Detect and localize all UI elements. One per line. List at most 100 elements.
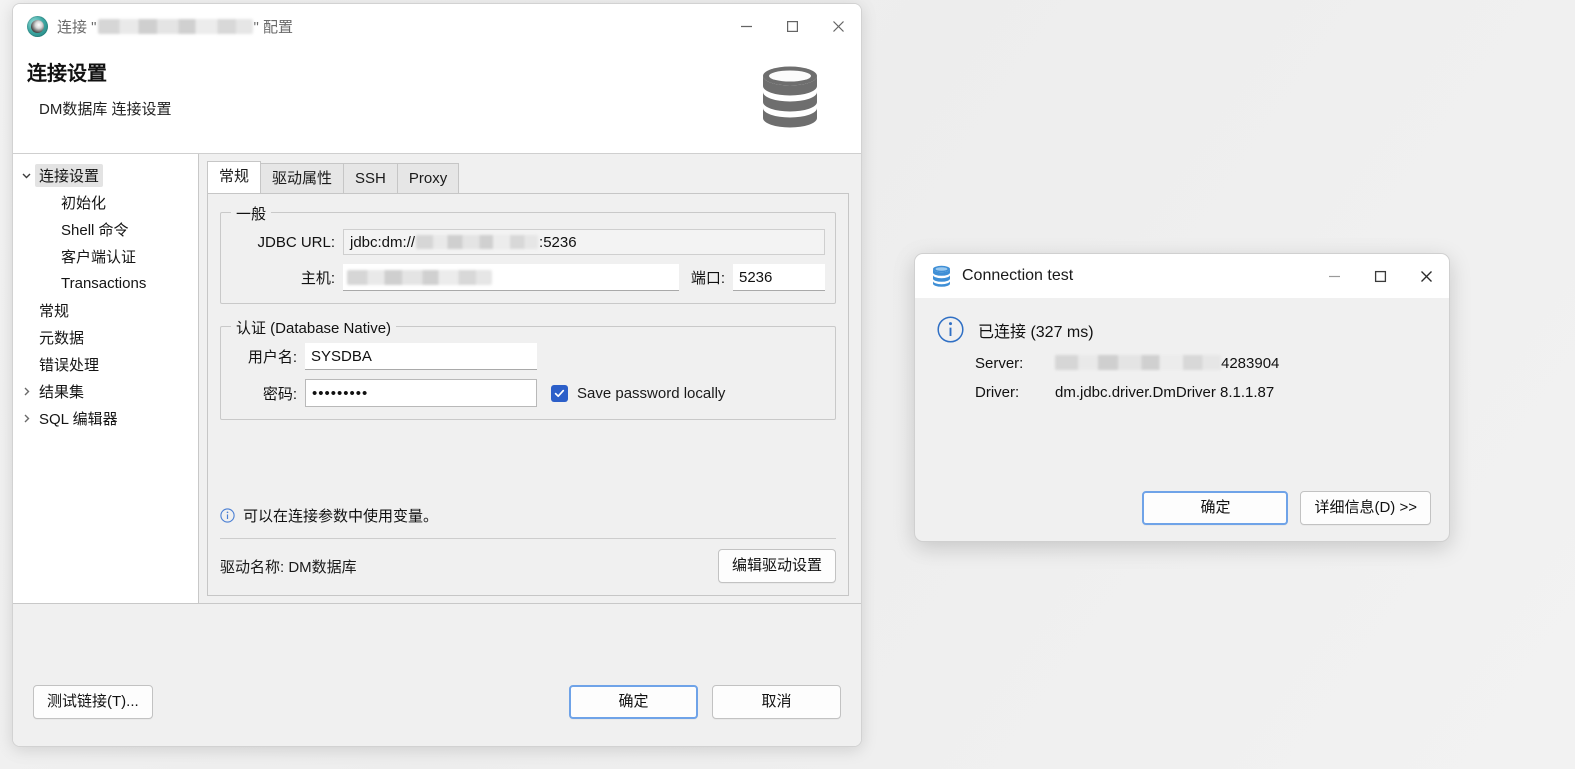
checkmark-icon <box>551 384 568 402</box>
port-input[interactable]: 5236 <box>733 264 825 291</box>
tab-ssh[interactable]: SSH <box>343 163 398 194</box>
maximize-icon[interactable] <box>1357 254 1403 298</box>
sidebar-item-metadata[interactable]: 元数据 <box>13 324 198 351</box>
minimize-icon[interactable] <box>723 4 769 48</box>
dialog-ok-button[interactable]: 确定 <box>1142 491 1289 525</box>
settings-tree[interactable]: 连接设置 初始化 Shell 命令 客户端认证 Transactions 常规 … <box>13 154 199 604</box>
save-password-checkbox[interactable]: Save password locally <box>551 384 726 402</box>
variables-hint: 可以在连接参数中使用变量。 <box>220 505 836 526</box>
sidebar-item-label: 元数据 <box>39 330 85 347</box>
username-input[interactable]: SYSDBA <box>305 343 537 370</box>
driver-name-label: 驱动名称: DM数据库 <box>220 558 357 576</box>
connection-status: 已连接 (327 ms) <box>915 316 1449 343</box>
dialog-details-button[interactable]: 详细信息(D) >> <box>1300 491 1431 525</box>
jdbc-url-label: JDBC URL: <box>257 233 335 251</box>
dialog-content: 已连接 (327 ms) Server: 4283904 Driver: dm.… <box>915 298 1449 541</box>
page-subtitle: DM数据库 连接设置 <box>39 101 172 118</box>
password-input[interactable]: ••••••••• <box>305 379 537 407</box>
chevron-right-icon[interactable] <box>17 413 35 424</box>
driver-row: Driver: dm.jdbc.driver.DmDriver 8.1.1.87 <box>915 384 1449 401</box>
panel-bottom: 可以在连接参数中使用变量。 驱动名称: DM数据库 编辑驱动设置 <box>220 505 836 583</box>
test-connection-button[interactable]: 测试链接(T)... <box>33 685 153 719</box>
driver-value: dm.jdbc.driver.DmDriver 8.1.1.87 <box>1055 384 1275 401</box>
sidebar-item-label: 常规 <box>39 303 70 320</box>
driver-row: 驱动名称: DM数据库 编辑驱动设置 <box>220 549 836 583</box>
auth-group-title: 认证 (Database Native) <box>231 317 397 338</box>
dialog-title: Connection test <box>962 267 1074 284</box>
window-title-prefix: 连接 " <box>57 18 97 36</box>
variables-hint-text: 可以在连接参数中使用变量。 <box>243 508 439 525</box>
port-label: 端口: <box>690 270 725 287</box>
divider <box>220 538 836 539</box>
host-input[interactable] <box>343 264 679 291</box>
sidebar-item-client-auth[interactable]: 客户端认证 <box>13 243 198 270</box>
dialog-titlebar: Connection test <box>915 254 1449 298</box>
edit-driver-settings-button[interactable]: 编辑驱动设置 <box>717 549 836 583</box>
host-label: 主机: <box>300 270 335 287</box>
sidebar-item-shell-commands[interactable]: Shell 命令 <box>13 216 198 243</box>
close-icon[interactable] <box>815 4 861 48</box>
connection-status-text: 已连接 (327 ms) <box>978 323 1094 341</box>
sidebar-item-result-sets[interactable]: 结果集 <box>13 378 198 405</box>
tab-proxy[interactable]: Proxy <box>396 163 460 194</box>
dbeaver-icon <box>27 15 48 37</box>
connection-test-dialog: Connection test 已连接 (327 ms) Server: 428… <box>914 253 1450 542</box>
maximize-icon[interactable] <box>769 4 815 48</box>
dialog-footer: 测试链接(T)... 确定 取消 <box>13 658 861 746</box>
dialog-header: 连接设置 DM数据库 连接设置 <box>13 48 861 154</box>
sidebar-item-label: 结果集 <box>39 384 85 401</box>
settings-content: 常规 驱动属性 SSH Proxy 一般 JDBC URL: jdbc:dm:/… <box>199 154 861 604</box>
sidebar-item-general[interactable]: 常规 <box>13 297 198 324</box>
username-row: 用户名: SYSDBA <box>231 343 825 370</box>
server-value-redacted <box>1055 355 1221 370</box>
info-icon <box>220 508 235 523</box>
tab-bar: 常规 驱动属性 SSH Proxy <box>207 161 849 194</box>
driver-key: Driver: <box>975 384 1020 401</box>
sidebar-item-label: Transactions <box>61 275 147 292</box>
jdbc-url-prefix: jdbc:dm:// <box>350 233 416 251</box>
window-title-suffix: " 配置 <box>253 18 294 36</box>
cancel-button[interactable]: 取消 <box>712 685 841 719</box>
sidebar-item-transactions[interactable]: Transactions <box>13 270 198 297</box>
database-icon <box>931 265 952 287</box>
tab-driver-properties[interactable]: 驱动属性 <box>260 163 345 194</box>
sidebar-item-label: Shell 命令 <box>61 222 129 239</box>
chevron-right-icon[interactable] <box>17 386 35 397</box>
server-value-text: 4283904 <box>1221 355 1280 372</box>
sidebar-item-label: 客户端认证 <box>61 249 137 266</box>
jdbc-url-suffix: :5236 <box>539 233 577 251</box>
titlebar-left: 连接 " " 配置 <box>13 15 294 37</box>
password-label: 密码: <box>262 385 297 403</box>
chevron-down-icon[interactable] <box>17 170 35 181</box>
host-redacted-value <box>347 269 492 285</box>
window-controls <box>723 4 861 48</box>
server-key: Server: <box>975 355 1024 372</box>
page-title: 连接设置 <box>27 63 107 85</box>
sidebar-item-initialization[interactable]: 初始化 <box>13 189 198 216</box>
footer-right-buttons: 确定 取消 <box>569 685 841 719</box>
general-group-title: 一般 <box>231 203 272 224</box>
minimize-icon[interactable] <box>1311 254 1357 298</box>
jdbc-url-redacted-host <box>416 235 539 249</box>
database-icon <box>759 64 821 134</box>
sidebar-item-connection-settings[interactable]: 连接设置 <box>13 162 198 189</box>
dialog-body: 连接设置 初始化 Shell 命令 客户端认证 Transactions 常规 … <box>13 154 861 658</box>
connection-settings-window: 连接 " " 配置 连接设置 DM数据库 连接设置 连接设置 初始化 Shell… <box>12 3 862 747</box>
sidebar-item-label: 初始化 <box>61 195 107 212</box>
auth-group: 认证 (Database Native) 用户名: SYSDBA 密码: •••… <box>220 317 836 420</box>
sidebar-item-label: SQL 编辑器 <box>39 411 118 428</box>
jdbc-url-input[interactable]: jdbc:dm:// :5236 <box>343 229 825 255</box>
server-value: 4283904 <box>1055 355 1279 372</box>
password-row: 密码: ••••••••• Save password locally <box>231 379 825 407</box>
sidebar-item-label: 连接设置 <box>35 164 104 187</box>
close-icon[interactable] <box>1403 254 1449 298</box>
sidebar-item-label: 错误处理 <box>39 357 100 374</box>
tab-general[interactable]: 常规 <box>207 161 262 193</box>
window-title-redacted <box>97 18 253 34</box>
sidebar-item-sql-editor[interactable]: SQL 编辑器 <box>13 405 198 432</box>
ok-button[interactable]: 确定 <box>569 685 698 719</box>
sidebar-item-error-handling[interactable]: 错误处理 <box>13 351 198 378</box>
info-circle-icon <box>937 316 964 343</box>
jdbc-url-row: JDBC URL: jdbc:dm:// :5236 <box>231 229 825 255</box>
save-password-label: Save password locally <box>577 384 726 402</box>
